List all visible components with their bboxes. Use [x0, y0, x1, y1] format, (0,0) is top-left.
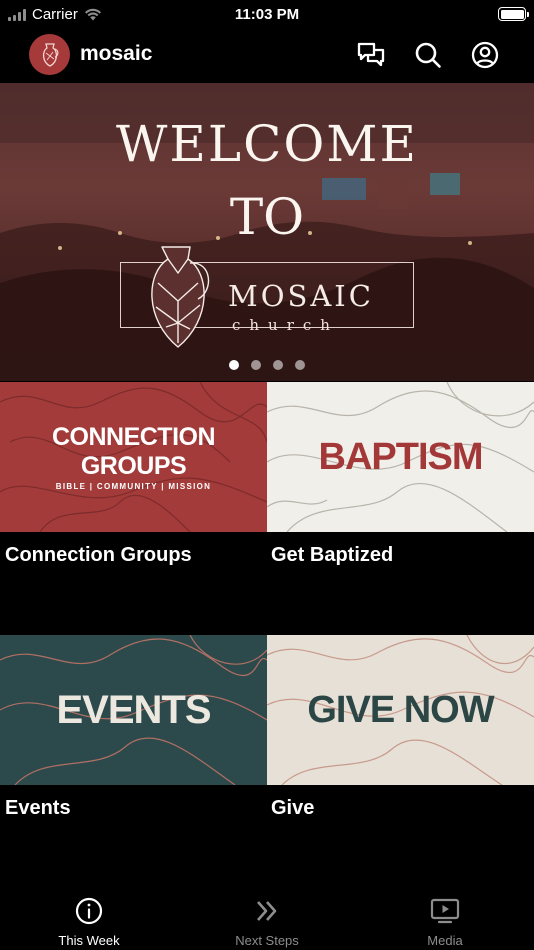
tile-caption[interactable]: Get Baptized — [271, 544, 393, 567]
tile-image-title: GIVE NOW — [307, 688, 494, 731]
carousel-dot[interactable] — [295, 360, 305, 370]
tab-label: This Week — [58, 933, 120, 948]
logo-wordmark: MOSAIC — [228, 279, 374, 313]
events-tile[interactable]: EVENTS — [0, 635, 267, 785]
give-tile[interactable]: GIVE NOW — [267, 635, 534, 785]
carousel-dot[interactable] — [251, 360, 261, 370]
double-chevron-icon — [252, 896, 282, 926]
hero-heading: WELCOME — [115, 115, 419, 173]
tab-media[interactable]: Media — [356, 883, 534, 950]
carousel-indicators[interactable] — [0, 360, 534, 370]
tile-image-title: EVENTS — [56, 687, 211, 732]
info-icon — [74, 896, 104, 926]
carousel-dot[interactable] — [229, 360, 239, 370]
tab-label: Next Steps — [235, 933, 299, 948]
tile-caption[interactable]: Connection Groups — [5, 544, 192, 567]
app-header: mosaic — [0, 30, 534, 82]
search-icon[interactable] — [412, 39, 444, 71]
connection-groups-tile[interactable]: CONNECTION GROUPS BIBLE | COMMUNITY | MI… — [0, 382, 267, 532]
hero-carousel[interactable]: WELCOME TO MOSAIC church — [0, 83, 534, 381]
tile-caption[interactable]: Give — [271, 797, 314, 820]
carousel-dot[interactable] — [273, 360, 283, 370]
tile-caption[interactable]: Events — [5, 797, 71, 820]
tile-image-title: BAPTISM — [318, 435, 484, 478]
status-time: 11:03 PM — [234, 6, 300, 23]
messages-icon[interactable] — [355, 39, 387, 71]
church-logo-avatar[interactable] — [29, 34, 70, 75]
jug-logo-icon — [151, 246, 210, 348]
tv-play-icon — [430, 896, 460, 926]
tab-next-steps[interactable]: Next Steps — [178, 883, 356, 950]
tab-bar: This Week Next Steps Media — [0, 883, 534, 950]
app-title: mosaic — [80, 42, 153, 65]
tile-image-title: CONNECTION GROUPS — [51, 423, 216, 480]
tab-label: Media — [427, 933, 463, 948]
tile-image-subtitle: BIBLE | COMMUNITY | MISSION — [55, 482, 212, 491]
status-bar: Carrier 11:03 PM — [0, 0, 534, 30]
profile-icon[interactable] — [469, 39, 501, 71]
tab-this-week[interactable]: This Week — [0, 883, 178, 950]
jug-logo-icon — [42, 42, 58, 67]
battery-icon — [498, 7, 529, 21]
baptism-tile[interactable]: BAPTISM — [267, 382, 534, 532]
hero-subheading: TO — [229, 188, 305, 246]
logo-subtext: church — [232, 316, 339, 334]
